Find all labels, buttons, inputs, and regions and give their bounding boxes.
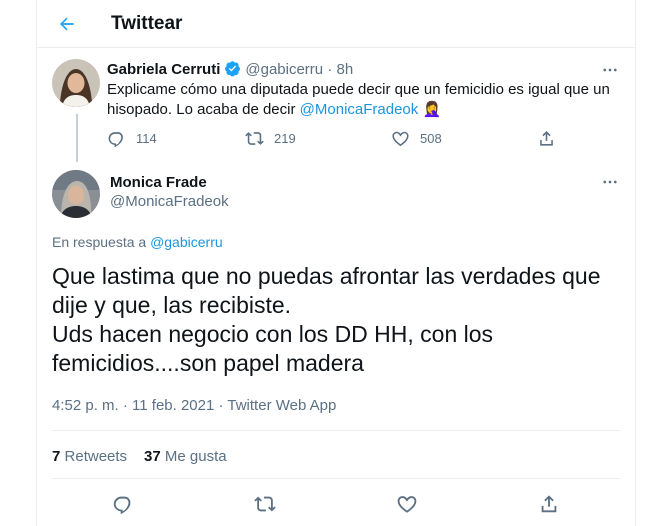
heart-icon	[392, 131, 409, 147]
replying-to-link[interactable]: @gabicerru	[150, 234, 223, 250]
more-options-button[interactable]	[600, 172, 620, 192]
page-header: Twittear	[37, 0, 635, 48]
reply-count: 114	[136, 131, 157, 146]
more-horizontal-icon	[603, 180, 617, 184]
share-icon	[540, 131, 553, 146]
tweet-time[interactable]: 8h	[336, 61, 353, 78]
mention-link[interactable]: @MonicaFradeok	[300, 101, 419, 118]
parent-tweet-actions: 114 219 508	[107, 129, 556, 148]
page-title: Twittear	[111, 13, 183, 34]
tweet-stats: 7 Retweets 37 Me gusta	[52, 447, 244, 466]
parent-tweet-text: Explicame cómo una diputada puede decir …	[107, 80, 617, 120]
retweet-icon	[254, 496, 276, 512]
author-handle[interactable]: @MonicaFradeok	[110, 192, 229, 212]
divider	[52, 478, 620, 479]
tweet-timestamp[interactable]: 4:52 p. m. · 11 feb. 2021 · Twitter Web …	[52, 396, 336, 415]
retweet-button[interactable]: 219	[245, 129, 391, 148]
more-horizontal-icon	[603, 68, 617, 72]
reply-icon	[113, 496, 131, 515]
reply-button[interactable]: 114	[107, 129, 245, 148]
like-button[interactable]: 508	[391, 129, 537, 148]
arrow-left-icon	[60, 17, 74, 31]
share-button[interactable]	[537, 492, 561, 516]
facepalm-emoji: 🤦‍♀️	[422, 101, 442, 118]
like-button[interactable]	[395, 492, 419, 516]
back-button[interactable]	[53, 10, 81, 38]
retweet-button[interactable]	[253, 492, 277, 516]
retweets-label: Retweets	[64, 448, 128, 465]
likes-stat[interactable]: 37 Me gusta	[144, 448, 227, 465]
likes-label: Me gusta	[164, 448, 227, 465]
retweet-icon	[245, 132, 264, 145]
tweet-column: Twittear Gabriela Cerruti @gabicerru · 8h…	[36, 0, 636, 526]
main-tweet-text: Que lastima que no puedas afrontar las v…	[52, 263, 601, 376]
avatar-gabriela-cerruti[interactable]	[52, 59, 100, 107]
retweet-count: 219	[274, 131, 296, 146]
meta-separator: ·	[327, 61, 333, 78]
likes-count: 37	[144, 448, 161, 465]
avatar-monica-frade[interactable]	[52, 170, 100, 218]
retweets-stat[interactable]: 7 Retweets	[52, 448, 127, 465]
retweets-count: 7	[52, 448, 61, 465]
more-options-button[interactable]	[600, 60, 620, 80]
author-handle[interactable]: @gabicerru	[245, 61, 323, 78]
share-button[interactable]	[537, 129, 556, 148]
share-icon	[541, 495, 557, 513]
author-name[interactable]: Gabriela Cerruti	[107, 61, 220, 78]
parent-tweet-meta: Gabriela Cerruti @gabicerru · 8h	[107, 60, 353, 79]
main-tweet-actions	[37, 486, 635, 522]
replying-to: En respuesta a @gabicerru	[52, 234, 223, 251]
divider	[52, 430, 620, 431]
thread-connector-line	[76, 114, 78, 162]
heart-icon	[397, 496, 417, 513]
verified-badge-icon	[225, 61, 241, 77]
reply-button[interactable]	[111, 492, 135, 516]
avatar-image	[52, 170, 100, 218]
reply-icon	[108, 132, 123, 148]
author-name[interactable]: Monica Frade	[110, 173, 207, 192]
like-count: 508	[420, 131, 442, 146]
avatar-image	[52, 59, 100, 107]
replying-to-label: En respuesta a	[52, 234, 151, 250]
